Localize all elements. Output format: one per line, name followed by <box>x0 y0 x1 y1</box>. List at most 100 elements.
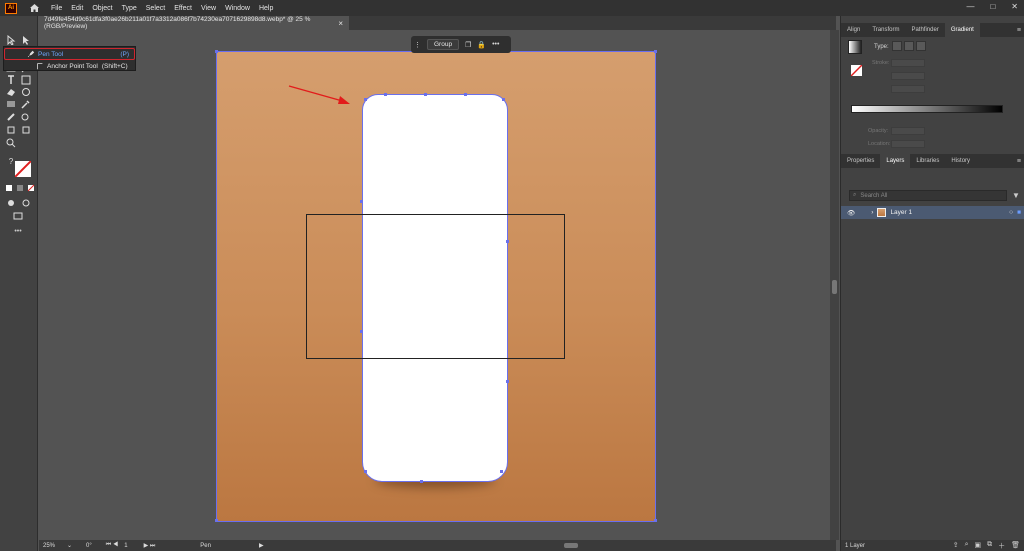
anchor-point[interactable] <box>464 93 467 96</box>
anchor-point[interactable] <box>420 480 423 483</box>
selection-tool-icon[interactable] <box>5 34 17 46</box>
horizontal-scroll-thumb[interactable] <box>564 543 578 548</box>
gradient-swatch[interactable] <box>848 40 862 54</box>
selection-rectangle[interactable] <box>306 214 565 359</box>
tab-transform[interactable]: Transform <box>866 23 905 37</box>
tab-layers[interactable]: Layers <box>880 154 911 168</box>
anchor-point[interactable] <box>364 470 367 473</box>
layers-menu-icon[interactable]: ≡ <box>1017 158 1021 165</box>
expand-chevron-icon[interactable]: › <box>871 209 873 216</box>
filter-icon[interactable]: ▼ <box>1012 191 1020 200</box>
fill-stroke-swatch[interactable] <box>15 161 31 177</box>
menu-window[interactable]: Window <box>225 5 250 12</box>
shape-builder-tool-icon[interactable] <box>20 111 32 123</box>
rotate-tool-icon[interactable] <box>20 86 32 98</box>
menu-view[interactable]: View <box>201 5 216 12</box>
fill-stroke-mini-icon[interactable] <box>850 64 863 77</box>
tab-align[interactable]: Align <box>841 23 866 37</box>
screen-mode-icon[interactable] <box>12 210 24 222</box>
symbol-sprayer-tool-icon[interactable] <box>5 124 17 136</box>
close-button[interactable]: ✕ <box>1011 2 1018 11</box>
anchor-point[interactable] <box>360 200 363 203</box>
draw-inside-icon[interactable] <box>20 197 32 209</box>
layer-name[interactable]: Layer 1 <box>890 209 912 216</box>
tab-history[interactable]: History <box>945 154 976 168</box>
menu-select[interactable]: Select <box>146 5 165 12</box>
pen-tool-flyout: Pen Tool (P) Anchor Point Tool (Shift+C) <box>3 46 136 71</box>
angle-field[interactable] <box>891 72 925 80</box>
lock-icon[interactable]: 🔒 <box>477 41 486 49</box>
aspect-field[interactable] <box>891 85 925 93</box>
menu-file[interactable]: File <box>51 5 62 12</box>
type-tool-icon[interactable] <box>5 74 17 86</box>
layer-row[interactable]: 👁 › Layer 1 ○ ■ <box>841 206 1024 219</box>
minimize-button[interactable]: — <box>966 2 974 11</box>
zoom-level[interactable]: 25% <box>43 543 55 549</box>
gradient-slider[interactable] <box>851 105 1003 113</box>
panel-menu-icon[interactable]: ≡ <box>1017 27 1021 34</box>
edit-toolbar-icon[interactable]: ••• <box>12 225 24 237</box>
menu-effect[interactable]: Effect <box>174 5 192 12</box>
delete-layer-icon[interactable]: 🗑 <box>1011 541 1020 551</box>
artboard-next-icon[interactable]: ▶ ⏭ <box>144 542 156 550</box>
vertical-scroll-thumb[interactable] <box>832 280 837 294</box>
draw-mode-icon[interactable] <box>5 197 17 209</box>
anchor-point[interactable] <box>502 98 505 101</box>
menu-object[interactable]: Object <box>92 5 112 12</box>
gradient-panel-tabs: Align Transform Pathfinder Gradient ≡ <box>841 23 1024 37</box>
tab-gradient[interactable]: Gradient <box>944 23 980 37</box>
more-options-icon[interactable]: ••• <box>492 41 499 48</box>
selection-indicator-icon[interactable]: ■ <box>1017 209 1021 216</box>
visibility-eye-icon[interactable]: 👁 <box>847 209 855 217</box>
eyedropper-tool-icon[interactable] <box>20 98 32 110</box>
anchor-point[interactable] <box>364 98 367 101</box>
anchor-point[interactable] <box>506 380 509 383</box>
stroke-field[interactable] <box>891 59 925 67</box>
target-circle-icon[interactable]: ○ <box>1009 209 1013 216</box>
pen-tool-option[interactable]: Pen Tool (P) <box>4 48 135 60</box>
clipping-mask-icon[interactable]: ▣ <box>974 541 981 551</box>
artboard-nav-icon[interactable]: ⏮ ◀ <box>106 542 118 549</box>
zoom-tool-icon[interactable] <box>5 137 17 149</box>
arrange-icon[interactable]: ❐ <box>465 41 471 49</box>
tab-pathfinder[interactable]: Pathfinder <box>905 23 944 37</box>
drag-handle-icon[interactable]: ⋮ <box>414 41 421 49</box>
tab-libraries[interactable]: Libraries <box>910 154 945 168</box>
none-mode-icon[interactable] <box>25 182 37 194</box>
width-tool-icon[interactable] <box>5 98 17 110</box>
tab-properties[interactable]: Properties <box>841 154 880 168</box>
menu-type[interactable]: Type <box>122 5 137 12</box>
anchor-point[interactable] <box>500 470 503 473</box>
freeform-gradient-button[interactable] <box>916 41 926 51</box>
location-field[interactable] <box>891 140 925 148</box>
direct-selection-tool-icon[interactable] <box>20 34 32 46</box>
group-button[interactable]: Group <box>427 39 460 50</box>
menu-edit[interactable]: Edit <box>71 5 83 12</box>
linear-gradient-button[interactable] <box>892 41 902 51</box>
status-arrow-icon[interactable]: ▶ <box>259 542 264 549</box>
vertical-scrollbar[interactable] <box>830 30 839 540</box>
anchor-point[interactable] <box>384 93 387 96</box>
maximize-button[interactable]: □ <box>990 2 995 11</box>
brush-tool-icon[interactable] <box>5 111 17 123</box>
new-sublayer-icon[interactable]: ⧉ <box>987 541 992 551</box>
tab-close-icon[interactable]: × <box>338 19 343 28</box>
anchor-point[interactable] <box>424 93 427 96</box>
home-icon[interactable] <box>27 1 41 15</box>
zoom-dropdown-icon[interactable]: ⌄ <box>67 542 72 549</box>
anchor-point-tool-option[interactable]: Anchor Point Tool (Shift+C) <box>4 60 135 72</box>
rotation-angle[interactable]: 0° <box>86 543 92 549</box>
layers-search-input[interactable]: ⌕ Search All <box>849 190 1007 201</box>
artboard-tool-icon[interactable] <box>20 124 32 136</box>
opacity-field[interactable] <box>891 127 925 135</box>
eraser-tool-icon[interactable] <box>5 86 17 98</box>
locate-object-icon[interactable]: ⌕ <box>965 541 969 551</box>
new-layer-icon[interactable]: ＋ <box>998 541 1005 551</box>
artboard-number[interactable]: 1 <box>124 543 127 549</box>
document-tab[interactable]: 7d49fe454d9c61dfa3f0ae26b211a01f7a3312a0… <box>39 16 349 30</box>
export-icon[interactable]: ⇪ <box>953 541 959 551</box>
radial-gradient-button[interactable] <box>904 41 914 51</box>
tools-panel: ? ••• <box>0 16 38 551</box>
area-type-tool-icon[interactable] <box>20 74 32 86</box>
menu-help[interactable]: Help <box>259 5 273 12</box>
